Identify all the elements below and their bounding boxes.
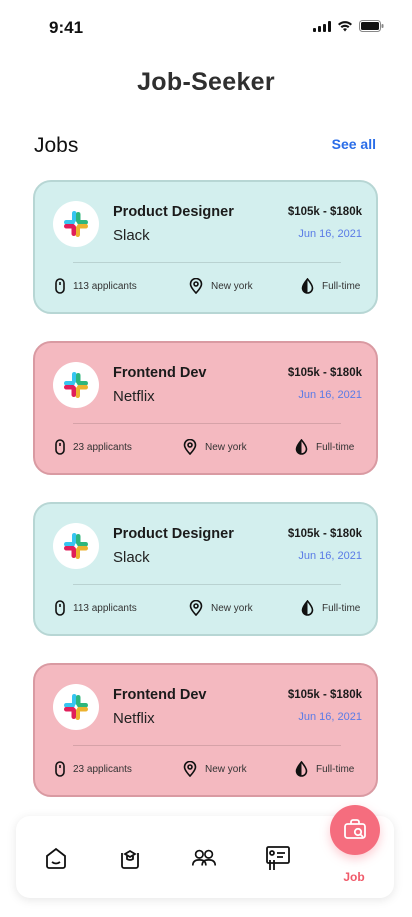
status-bar: 9:41 [0, 0, 412, 56]
location-text: New york [205, 763, 247, 775]
salary-range: $105k - $180k [287, 528, 362, 540]
applicants-meta: 23 applicants [55, 439, 132, 455]
company-name: Netflix [113, 388, 155, 405]
applicants-count: 113 applicants [73, 602, 137, 614]
presentation-icon[interactable] [264, 844, 292, 872]
applicants-count: 23 applicants [73, 441, 132, 453]
battery-icon [359, 20, 384, 32]
drop-icon [295, 439, 308, 455]
job-type: Full-time [322, 602, 361, 614]
job-type: Full-time [322, 280, 361, 292]
company-logo-icon [53, 684, 99, 730]
posted-date: Jun 16, 2021 [298, 550, 362, 562]
job-card[interactable]: Frontend Dev Netflix $105k - $180k Jun 1… [33, 663, 378, 797]
salary-range: $105k - $180k [287, 206, 362, 218]
job-card[interactable]: Product Designer Slack $105k - $180k Jun… [33, 502, 378, 636]
nav-label-job[interactable]: Job [330, 870, 378, 884]
people-icon[interactable] [190, 844, 218, 872]
applicants-count: 23 applicants [73, 763, 132, 775]
job-type-meta: Full-time [301, 600, 360, 616]
job-type: Full-time [316, 441, 355, 453]
wifi-icon [338, 21, 352, 32]
job-type-meta: Full-time [295, 761, 354, 777]
location-meta: New york [183, 761, 247, 777]
location-text: New york [211, 280, 253, 292]
posted-date: Jun 16, 2021 [298, 228, 362, 240]
drop-icon [295, 761, 308, 777]
location-pin-icon [189, 600, 203, 616]
job-type-meta: Full-time [295, 439, 354, 455]
briefcase-search-icon[interactable] [330, 805, 380, 855]
job-title: Product Designer [113, 526, 234, 542]
applicants-icon [55, 761, 65, 777]
company-name: Slack [113, 549, 150, 566]
status-icons [313, 20, 384, 32]
status-time: 9:41 [49, 18, 84, 37]
divider [73, 262, 341, 263]
company-name: Slack [113, 227, 150, 244]
divider [73, 745, 341, 746]
job-type-meta: Full-time [301, 278, 360, 294]
posted-date: Jun 16, 2021 [298, 389, 362, 401]
applicants-meta: 113 applicants [55, 600, 137, 616]
job-title: Product Designer [113, 204, 234, 220]
salary-range: $105k - $180k [287, 689, 362, 701]
signal-icon [313, 20, 331, 32]
salary-range: $105k - $180k [287, 367, 362, 379]
location-text: New york [205, 441, 247, 453]
job-type: Full-time [316, 763, 355, 775]
job-card[interactable]: Frontend Dev Netflix $105k - $180k Jun 1… [33, 341, 378, 475]
see-all-link[interactable]: See all [332, 136, 376, 152]
location-pin-icon [183, 439, 197, 455]
page-title: Job-Seeker [137, 68, 275, 96]
applicants-count: 113 applicants [73, 280, 137, 292]
job-card[interactable]: Product Designer Slack $105k - $180k Jun… [33, 180, 378, 314]
company-name: Netflix [113, 710, 155, 727]
applicants-meta: 23 applicants [55, 761, 132, 777]
location-meta: New york [183, 439, 247, 455]
drop-icon [301, 278, 314, 294]
location-pin-icon [189, 278, 203, 294]
home-icon[interactable] [42, 844, 70, 872]
company-logo-icon [53, 362, 99, 408]
company-logo-icon [53, 201, 99, 247]
applicants-icon [55, 600, 65, 616]
graduation-icon[interactable] [116, 844, 144, 872]
location-meta: New york [189, 600, 253, 616]
divider [73, 423, 341, 424]
section-title: Jobs [34, 134, 79, 157]
posted-date: Jun 16, 2021 [298, 711, 362, 723]
applicants-icon [55, 439, 65, 455]
applicants-icon [55, 278, 65, 294]
job-title: Frontend Dev [113, 365, 207, 381]
applicants-meta: 113 applicants [55, 278, 137, 294]
job-title: Frontend Dev [113, 687, 207, 703]
company-logo-icon [53, 523, 99, 569]
location-pin-icon [183, 761, 197, 777]
location-text: New york [211, 602, 253, 614]
drop-icon [301, 600, 314, 616]
divider [73, 584, 341, 585]
location-meta: New york [189, 278, 253, 294]
